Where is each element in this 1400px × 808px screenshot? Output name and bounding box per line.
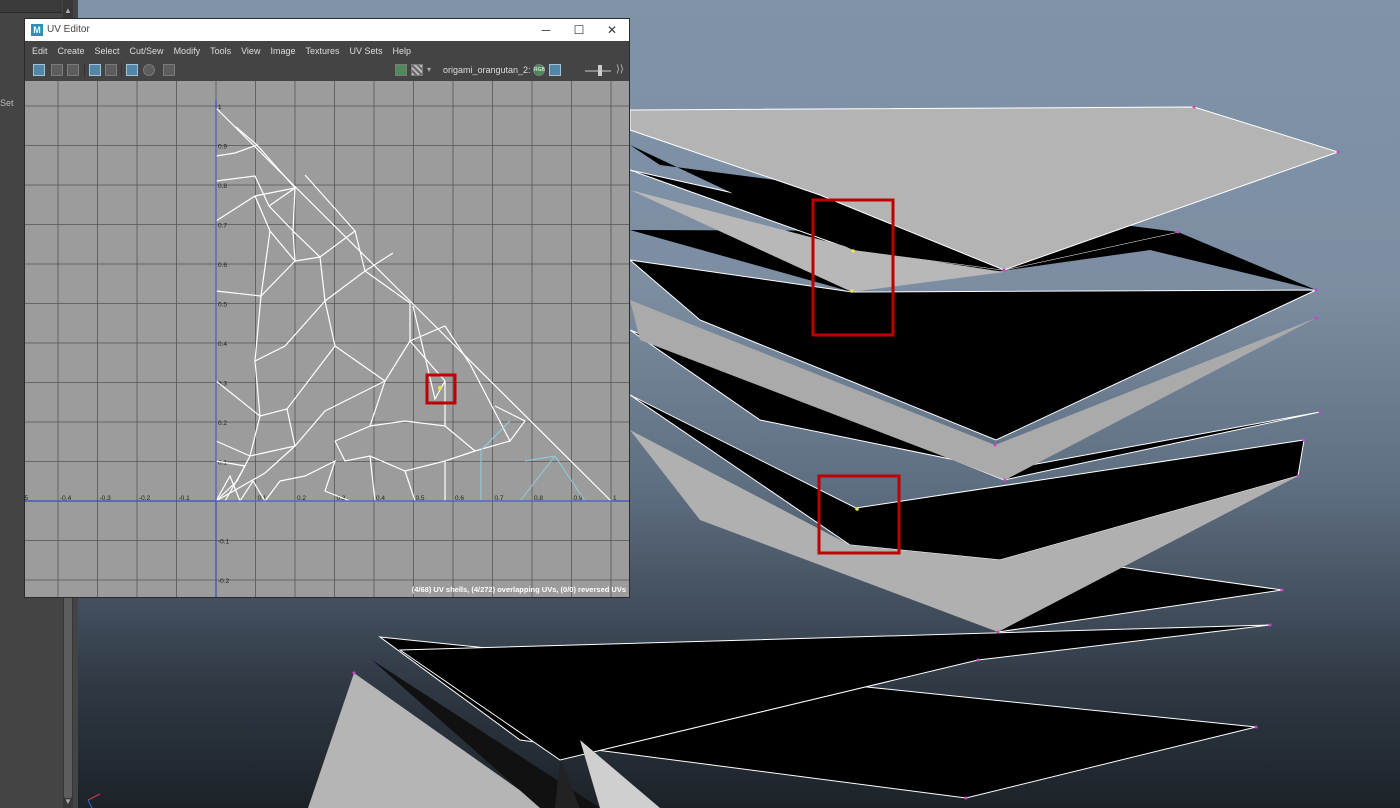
- panel-top-strip: [0, 0, 62, 13]
- uv-editor-menubar: Edit Create Select Cut/Sew Modify Tools View Im…: [25, 41, 629, 59]
- texture-borders-icon[interactable]: [67, 64, 79, 76]
- y-axis-ticks: 10.90.80.70.60.50.40.30.20.1-0.1-0.2: [218, 104, 230, 585]
- scroll-down-icon[interactable]: ▼: [63, 797, 73, 807]
- menu-textures[interactable]: Textures: [300, 42, 344, 60]
- dropdown-arrow-icon[interactable]: ▾: [427, 65, 431, 74]
- uv-editor-window[interactable]: M UV Editor ─ ☐ ✕ Edit Create Select Cut/Se…: [24, 18, 630, 598]
- isolate-select-icon[interactable]: [89, 64, 101, 76]
- grid-snap-icon[interactable]: [126, 64, 138, 76]
- uv-canvas[interactable]: -.5-0.4-0.3-0.2-0.10.10.20.30.40.50.60.7…: [25, 81, 629, 597]
- menu-select[interactable]: Select: [90, 42, 125, 60]
- image-display-icon[interactable]: [395, 64, 407, 76]
- uv-grid-view: -.5-0.4-0.3-0.2-0.10.10.20.30.40.50.60.7…: [25, 81, 629, 597]
- y-tick-label: 0.2: [218, 420, 227, 427]
- minimize-button[interactable]: ─: [532, 21, 560, 39]
- y-tick-label: 0.7: [218, 223, 227, 230]
- menu-modify[interactable]: Modify: [169, 42, 206, 60]
- close-button[interactable]: ✕: [598, 21, 626, 39]
- grid-display-icon[interactable]: [33, 64, 45, 76]
- window-title: UV Editor: [47, 24, 90, 35]
- uv-selected-wire: [480, 420, 586, 502]
- y-tick-label: 0.8: [218, 183, 227, 190]
- uv-gridlines: [25, 81, 629, 597]
- y-tick-label: -0.2: [218, 578, 230, 585]
- menu-cut-sew[interactable]: Cut/Sew: [125, 42, 169, 60]
- menu-help[interactable]: Help: [388, 42, 417, 60]
- uv-editor-titlebar[interactable]: M UV Editor ─ ☐ ✕: [25, 19, 629, 41]
- toolbar-separator: [84, 63, 85, 77]
- shaded-uv-icon[interactable]: [51, 64, 63, 76]
- rgb-channel-icon[interactable]: RGB: [533, 64, 545, 76]
- expand-toolbar-icon[interactable]: ⟩⟩: [616, 64, 624, 75]
- y-tick-label: 0.9: [218, 144, 227, 151]
- menu-image[interactable]: Image: [265, 42, 300, 60]
- menu-create[interactable]: Create: [53, 42, 90, 60]
- selected-uv-point: [438, 386, 442, 390]
- origami-plane: [555, 760, 580, 808]
- uv-statistics-status: (4/68) UV shells, (4/272) overlapping UV…: [411, 585, 626, 594]
- checker-icon[interactable]: [411, 64, 423, 76]
- snapshot-icon[interactable]: [163, 64, 175, 76]
- menu-uv-sets[interactable]: UV Sets: [344, 42, 387, 60]
- dim-image-icon[interactable]: [105, 64, 117, 76]
- menu-edit[interactable]: Edit: [25, 42, 53, 60]
- exposure-icon[interactable]: [549, 64, 561, 76]
- menu-view[interactable]: View: [236, 42, 265, 60]
- toolbar-separator: [121, 63, 122, 77]
- maximize-button[interactable]: ☐: [565, 21, 593, 39]
- filter-icon[interactable]: [143, 64, 155, 76]
- uv-editor-toolbar: ▾ origami_orangutan_2: RGB ⟩⟩: [25, 59, 629, 81]
- y-tick-label: 0.5: [218, 302, 227, 309]
- y-tick-label: 0.4: [218, 341, 227, 348]
- menu-tools[interactable]: Tools: [205, 42, 236, 60]
- exposure-slider-handle[interactable]: [598, 65, 602, 76]
- uv-set-name[interactable]: origami_orangutan_2:: [443, 65, 531, 75]
- scroll-up-icon[interactable]: ▲: [63, 6, 73, 16]
- y-tick-label: 0.6: [218, 262, 227, 269]
- maya-app-icon: M: [31, 24, 43, 36]
- y-tick-label: -0.1: [218, 539, 230, 546]
- panel-label-set: Set: [0, 98, 14, 108]
